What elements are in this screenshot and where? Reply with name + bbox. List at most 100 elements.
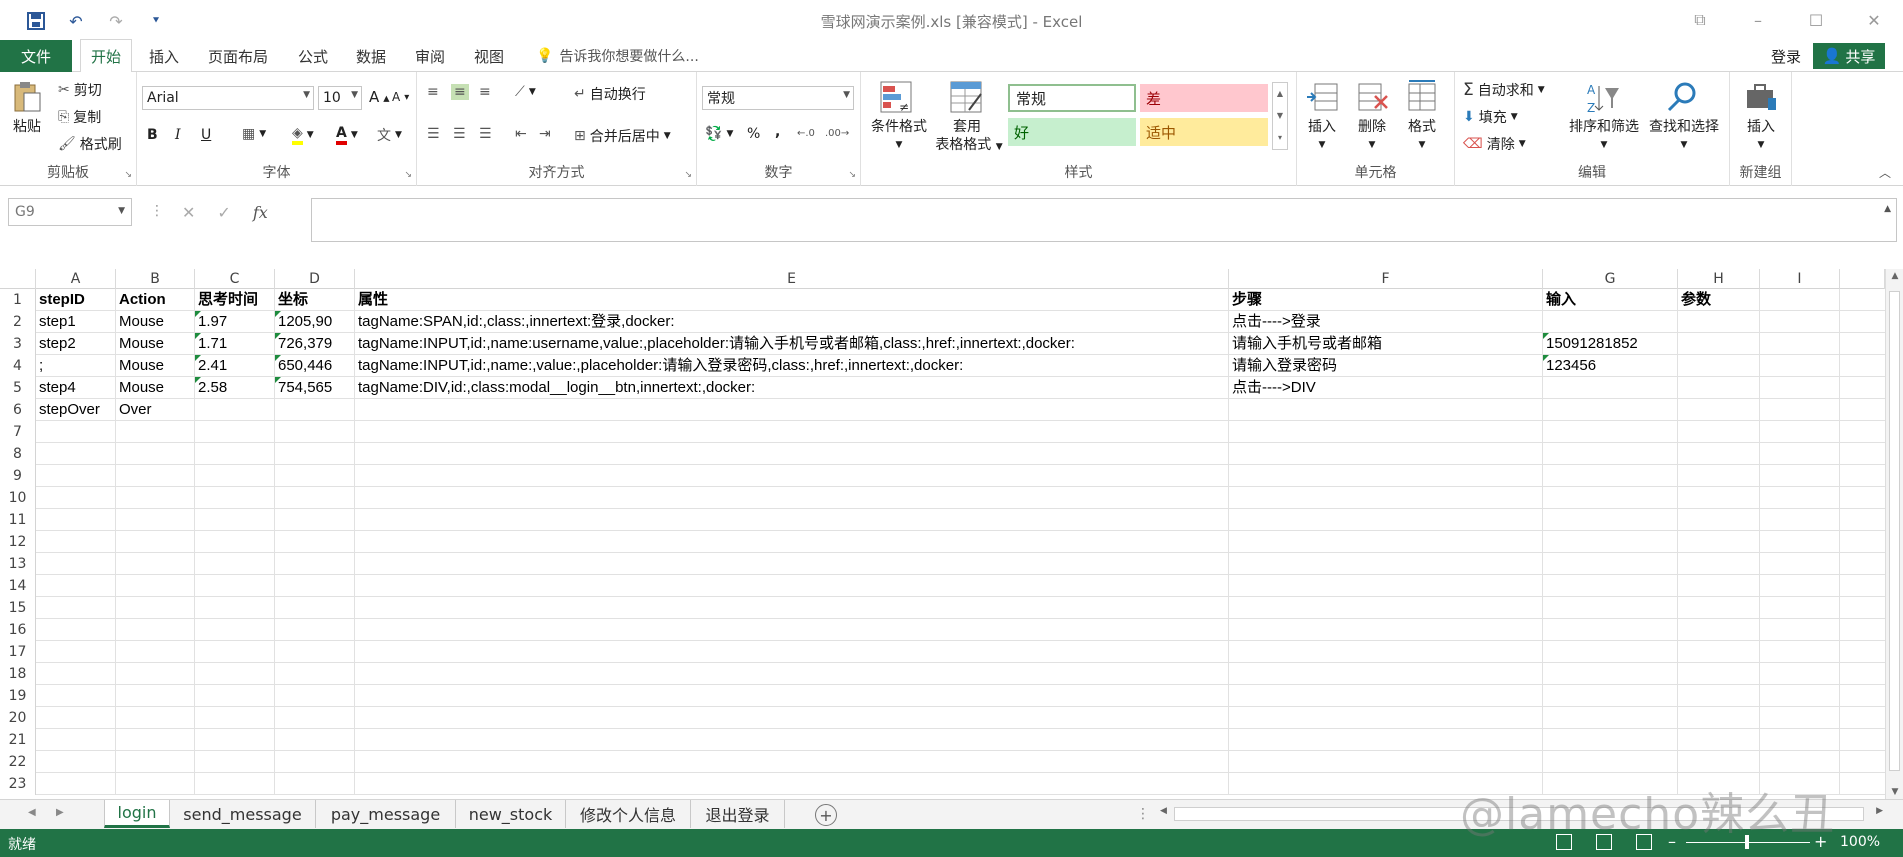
cell-c5[interactable]: 2.58 (195, 377, 275, 399)
cell-f3[interactable]: 请输入手机号或者邮箱 (1229, 333, 1543, 355)
tab-page-layout[interactable]: 页面布局 (208, 40, 268, 72)
cell-e15[interactable] (355, 597, 1229, 619)
cell-a21[interactable] (36, 729, 116, 751)
align-middle-button[interactable]: ≡ (451, 84, 469, 100)
cell-i5[interactable] (1760, 377, 1840, 399)
close-button[interactable]: ✕ (1845, 0, 1903, 40)
cell-a8[interactable] (36, 443, 116, 465)
align-right-button[interactable]: ☰ (479, 126, 492, 142)
grow-font-button[interactable]: A ▴ (369, 88, 390, 106)
cell-b2[interactable]: Mouse (116, 311, 195, 333)
cell-h18[interactable] (1678, 663, 1760, 685)
cell-b1[interactable]: Action (116, 289, 195, 311)
row-header[interactable]: 12 (0, 531, 36, 553)
tab-view[interactable]: 视图 (474, 40, 504, 72)
cell-d6[interactable] (275, 399, 355, 421)
cell-f10[interactable] (1229, 487, 1543, 509)
cell-b17[interactable] (116, 641, 195, 663)
cell-h10[interactable] (1678, 487, 1760, 509)
style-neutral[interactable]: 适中 (1140, 118, 1268, 146)
dialog-launcher-icon[interactable]: ↘ (848, 170, 856, 180)
cell-d18[interactable] (275, 663, 355, 685)
row-header[interactable]: 4 (0, 355, 36, 377)
cut-button[interactable]: ✂ 剪切 (58, 80, 102, 100)
cell-a3[interactable]: step2 (36, 333, 116, 355)
cell-g10[interactable] (1543, 487, 1678, 509)
cell-i15[interactable] (1760, 597, 1840, 619)
font-size-combo[interactable]: 10 ▼ (318, 86, 362, 110)
style-good[interactable]: 好 (1008, 118, 1136, 146)
cell-a1[interactable]: stepID (36, 289, 116, 311)
cell-i6[interactable] (1760, 399, 1840, 421)
row-header[interactable]: 19 (0, 685, 36, 707)
fill-button[interactable]: ⬇ 填充 ▼ (1463, 107, 1518, 127)
tab-home[interactable]: 开始 (80, 39, 133, 73)
prev-sheet-icon[interactable]: ◀ (28, 807, 36, 818)
cell-c4[interactable]: 2.41 (195, 355, 275, 377)
cell-f20[interactable] (1229, 707, 1543, 729)
cell-i20[interactable] (1760, 707, 1840, 729)
cell-b18[interactable] (116, 663, 195, 685)
column-header-c[interactable]: C (195, 269, 275, 289)
cell-d1[interactable]: 坐标 (275, 289, 355, 311)
row-header[interactable]: 8 (0, 443, 36, 465)
cell-d17[interactable] (275, 641, 355, 663)
cell-d11[interactable] (275, 509, 355, 531)
cell-i17[interactable] (1760, 641, 1840, 663)
add-sheet-icon[interactable]: + (815, 804, 837, 826)
align-left-button[interactable]: ☰ (427, 126, 440, 142)
cell-f21[interactable] (1229, 729, 1543, 751)
row-header[interactable]: 14 (0, 575, 36, 597)
cell-i8[interactable] (1760, 443, 1840, 465)
cell-f6[interactable] (1229, 399, 1543, 421)
cell-d14[interactable] (275, 575, 355, 597)
cell-f12[interactable] (1229, 531, 1543, 553)
cell-f7[interactable] (1229, 421, 1543, 443)
cell-g14[interactable] (1543, 575, 1678, 597)
paste-button[interactable]: 粘贴 (10, 80, 44, 136)
cell-b7[interactable] (116, 421, 195, 443)
currency-button[interactable]: 💱 ▼ (705, 126, 733, 142)
cell-d3[interactable]: 726,379 (275, 333, 355, 355)
cell-g19[interactable] (1543, 685, 1678, 707)
autosum-button[interactable]: Σ 自动求和 ▼ (1463, 80, 1545, 100)
tab-split-grip-icon[interactable]: ⋮ (1136, 806, 1150, 822)
cell-a7[interactable] (36, 421, 116, 443)
cell-h20[interactable] (1678, 707, 1760, 729)
row-header[interactable]: 2 (0, 311, 36, 333)
cell-c23[interactable] (195, 773, 275, 795)
cell-f18[interactable] (1229, 663, 1543, 685)
cell-e13[interactable] (355, 553, 1229, 575)
column-header-d[interactable]: D (275, 269, 355, 289)
cell-c9[interactable] (195, 465, 275, 487)
cell-c22[interactable] (195, 751, 275, 773)
merge-center-button[interactable]: ⊞ 合并后居中 ▼ (574, 126, 671, 146)
bold-button[interactable]: B (147, 127, 158, 143)
cell-e12[interactable] (355, 531, 1229, 553)
cell-c3[interactable]: 1.71 (195, 333, 275, 355)
style-normal[interactable]: 常规 (1008, 84, 1136, 112)
row-header[interactable]: 21 (0, 729, 36, 751)
cell-g16[interactable] (1543, 619, 1678, 641)
cell-h19[interactable] (1678, 685, 1760, 707)
vertical-scrollbar[interactable]: ▲ ▼ (1885, 269, 1903, 799)
cell-f15[interactable] (1229, 597, 1543, 619)
column-header-f[interactable]: F (1229, 269, 1543, 289)
cell-a6[interactable]: stepOver (36, 399, 116, 421)
cell-g7[interactable] (1543, 421, 1678, 443)
column-header-h[interactable]: H (1678, 269, 1760, 289)
cell-i10[interactable] (1760, 487, 1840, 509)
cell-c18[interactable] (195, 663, 275, 685)
cell-i7[interactable] (1760, 421, 1840, 443)
dialog-launcher-icon[interactable]: ↘ (404, 170, 412, 180)
cell-c20[interactable] (195, 707, 275, 729)
cell-f11[interactable] (1229, 509, 1543, 531)
column-header-a[interactable]: A (36, 269, 116, 289)
row-header[interactable]: 13 (0, 553, 36, 575)
align-bottom-button[interactable]: ≡ (479, 84, 491, 100)
cell-i12[interactable] (1760, 531, 1840, 553)
cell-g13[interactable] (1543, 553, 1678, 575)
cell-e1[interactable]: 属性 (355, 289, 1229, 311)
row-header[interactable]: 11 (0, 509, 36, 531)
cell-e23[interactable] (355, 773, 1229, 795)
